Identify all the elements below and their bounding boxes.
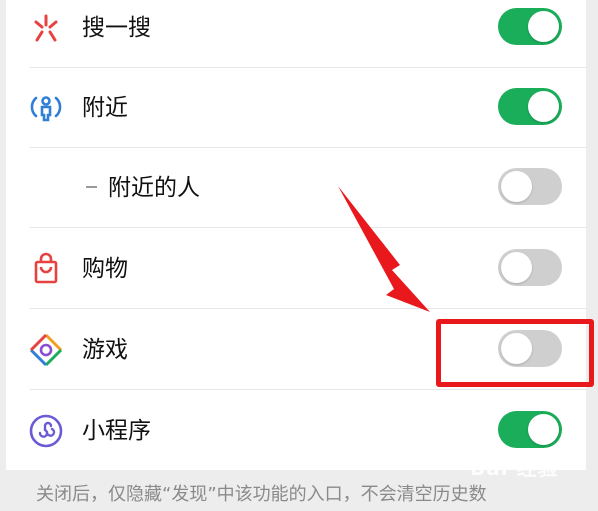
toggle-knob <box>528 11 559 42</box>
setting-label: 附近 <box>82 95 128 121</box>
divider <box>30 308 586 309</box>
people-nearby-toggle[interactable] <box>498 168 562 205</box>
search-toggle[interactable] <box>498 8 562 45</box>
setting-label: 搜一搜 <box>82 15 151 41</box>
game-diamond-icon <box>28 332 64 368</box>
setting-label: 附近的人 <box>108 175 200 201</box>
nearby-person-icon <box>28 90 64 126</box>
divider <box>30 389 586 390</box>
setting-row-nearby[interactable]: 附近 <box>6 68 586 148</box>
search-spark-icon <box>28 10 64 46</box>
shopping-bag-icon <box>28 251 64 287</box>
setting-label: 小程序 <box>82 418 151 444</box>
nearby-toggle[interactable] <box>498 88 562 125</box>
setting-row-people-nearby[interactable]: 附近的人 <box>6 148 586 228</box>
toggle-knob <box>501 252 532 283</box>
toggle-knob <box>501 171 532 202</box>
setting-label: 购物 <box>82 256 128 282</box>
shopping-toggle[interactable] <box>498 249 562 286</box>
setting-row-search[interactable]: 搜一搜 <box>6 0 586 68</box>
settings-panel: 搜一搜 附近 附近的人 购物 游戏 小程序 <box>6 0 586 470</box>
annotation-highlight-box <box>436 319 594 387</box>
mini-programs-toggle[interactable] <box>498 411 562 448</box>
watermark: Bai 经验 <box>470 456 559 480</box>
setting-row-shopping[interactable]: 购物 <box>6 229 586 309</box>
divider <box>30 227 586 228</box>
setting-label: 游戏 <box>82 337 128 363</box>
sub-item-dash <box>86 186 97 188</box>
toggle-knob <box>528 414 559 445</box>
mini-program-icon <box>28 413 64 449</box>
footer-note: 关闭后，仅隐藏“发现”中该功能的入口，不会清空历史数 <box>36 484 487 505</box>
toggle-knob <box>528 91 559 122</box>
